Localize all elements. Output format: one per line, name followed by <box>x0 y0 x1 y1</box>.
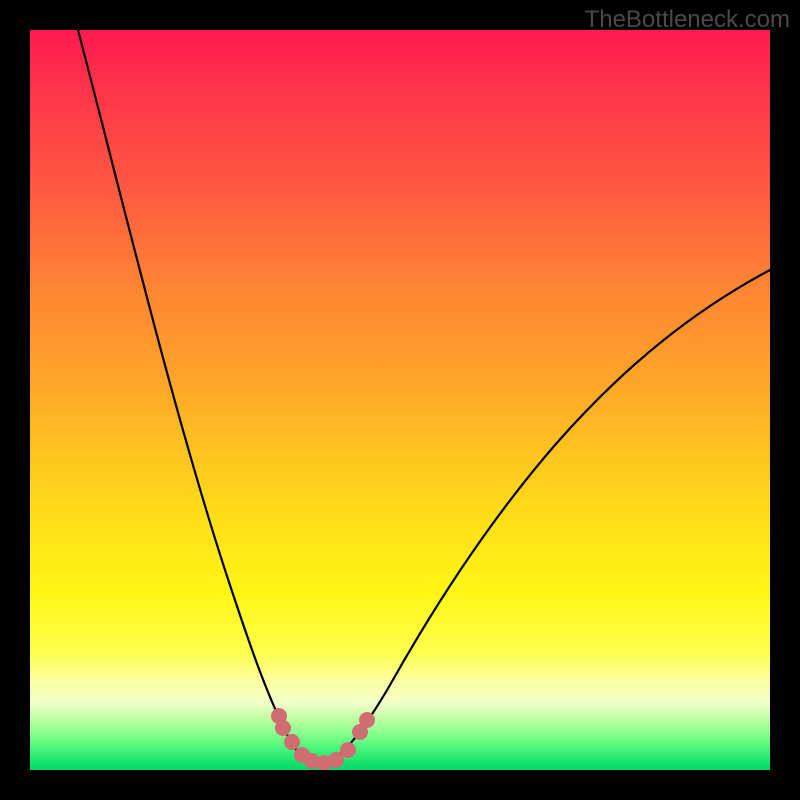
chart-svg <box>30 30 770 770</box>
chart-frame: TheBottleneck.com <box>0 0 800 800</box>
watermark-text: TheBottleneck.com <box>585 6 790 34</box>
plot-area <box>30 30 770 770</box>
marker-group <box>271 708 375 770</box>
marker-dot <box>359 712 375 728</box>
curve-right <box>331 270 770 761</box>
curve-left <box>78 30 308 761</box>
marker-dot <box>275 720 291 736</box>
marker-dot <box>284 734 300 750</box>
marker-dot <box>340 742 356 758</box>
